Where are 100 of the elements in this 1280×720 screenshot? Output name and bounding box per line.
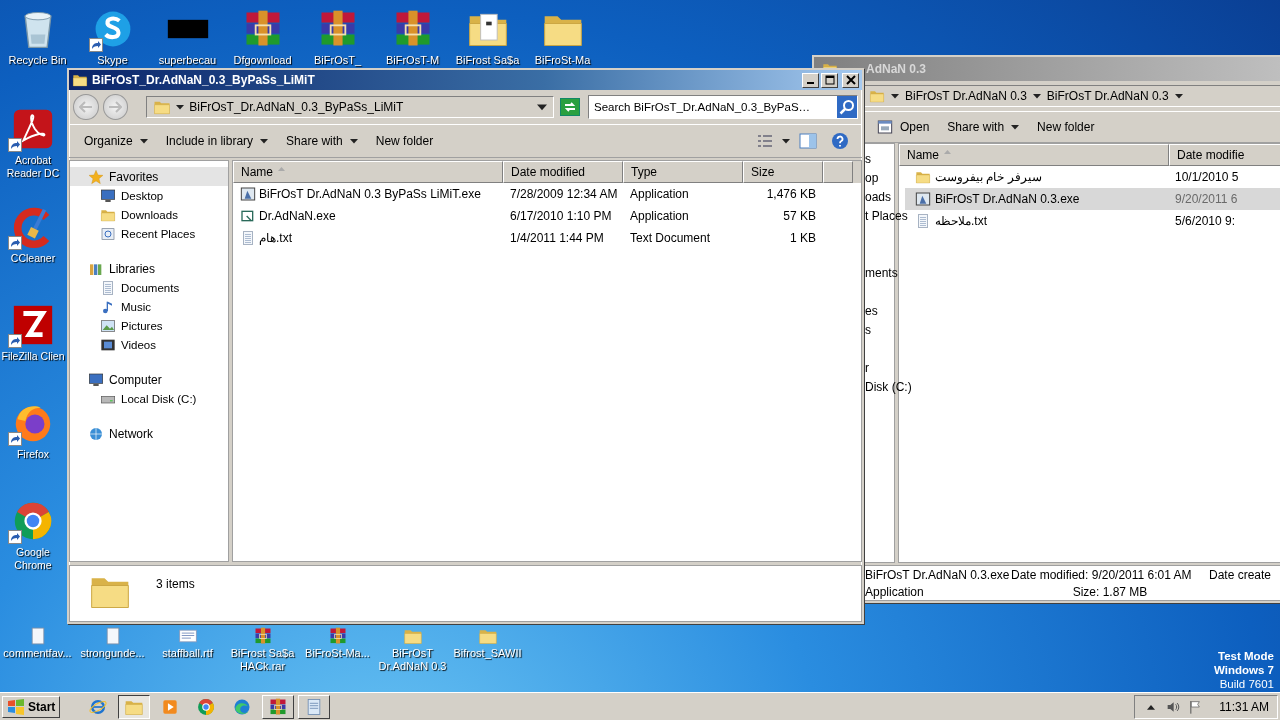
nav-item[interactable]: op <box>865 171 879 185</box>
toolbar-button[interactable]: Open <box>870 116 937 138</box>
os-notice-text: Windows 7 <box>1214 663 1274 677</box>
close-button[interactable] <box>842 72 859 88</box>
toolbar-button[interactable]: Share with <box>279 131 365 151</box>
caret-icon <box>1011 123 1020 131</box>
column-header[interactable]: Name <box>899 144 1169 166</box>
date-modified-text: Date modified: 9/20/2011 6:01 AM <box>1011 567 1193 582</box>
forward-arrow-icon <box>108 101 123 113</box>
os-notice-text: Test Mode <box>1218 649 1274 663</box>
minimize-icon <box>807 82 814 84</box>
file-name: BiFrOsT Dr.AdNaN 0.3.exe <box>865 567 1011 582</box>
file-date: 9/20/2011 6 <box>1174 192 1238 206</box>
nav-item[interactable]: Local Disk (C:) <box>70 389 228 408</box>
file-size: 1 KB <box>789 231 817 245</box>
toolbar-button[interactable]: New folder <box>368 131 441 151</box>
file-name: BiFrOsT Dr.AdNaN 0.3.exe <box>935 192 1080 206</box>
window-icon <box>877 119 893 135</box>
breadcrumb-item[interactable]: BiFrOsT Dr.AdNaN 0.3 <box>905 89 1027 103</box>
documents-icon <box>100 279 116 296</box>
caret-icon <box>537 102 548 112</box>
computer-icon <box>88 371 104 388</box>
monitor-icon <box>100 187 116 204</box>
search-field[interactable]: Search BiFrOsT_Dr.AdNaN_0.3_ByPaS… <box>588 95 858 119</box>
column-header[interactable]: Size <box>743 161 823 183</box>
desktop-icon-label[interactable]: Recycle Bin <box>8 54 67 67</box>
sort-arrow-icon <box>278 167 285 171</box>
nav-item[interactable]: Disk (C:) <box>865 380 912 394</box>
caret-icon <box>891 92 899 100</box>
desktop-icon-label[interactable]: Dfgownload <box>233 54 292 67</box>
desktop-icon-label[interactable]: superbecau <box>158 54 217 67</box>
desktop-icon-label[interactable]: BiFroSt-Ma <box>534 54 591 67</box>
os-notice-text: Build 7601 <box>1219 677 1274 691</box>
nav-item[interactable]: Music <box>70 297 228 316</box>
nav-item[interactable]: Network <box>70 424 228 443</box>
nav-item[interactable]: t Places <box>865 209 908 223</box>
nav-item[interactable]: Desktop <box>70 186 228 205</box>
desktop-icon-label[interactable]: CCleaner <box>10 252 56 265</box>
nav-item[interactable]: Downloads <box>70 205 228 224</box>
address-bar[interactable]: BiFrOsT_Dr.AdNaN_0.3_ByPaSs_LiMiT <box>146 96 555 118</box>
desktop-icon-label[interactable]: Skype <box>97 54 128 67</box>
nav-item[interactable]: oads <box>865 190 892 204</box>
nav-item[interactable]: Pictures <box>70 316 228 335</box>
desktop-icon-label[interactable]: Acrobat Reader DC <box>0 154 66 180</box>
preview-pane-icon <box>799 133 817 149</box>
file-row[interactable]: BiFrOsT Dr.AdNaN 0.3 ByPaSs LiMiT.exe 7/28/2009 12:34 AM Application 1,476 KB <box>233 183 861 205</box>
file-date: 5/6/2010 9: <box>1174 214 1236 228</box>
help-icon <box>831 132 849 150</box>
toolbar-button[interactable]: New folder <box>1030 117 1102 137</box>
nav-item[interactable]: Favorites <box>70 167 228 186</box>
caret-icon <box>1032 92 1041 100</box>
refresh-button[interactable] <box>560 98 581 116</box>
nav-item[interactable]: Documents <box>70 278 228 297</box>
desktop-icon-label[interactable]: Firefox <box>16 448 50 461</box>
column-header[interactable]: Type <box>623 161 743 183</box>
toolbar-button[interactable]: Include in library <box>158 131 276 151</box>
maximize-button[interactable] <box>821 72 838 88</box>
back-arrow-icon <box>78 101 93 113</box>
network-icon <box>88 425 104 442</box>
nav-item[interactable]: s <box>865 152 871 166</box>
folder-icon <box>869 88 885 104</box>
nav-item[interactable]: ments <box>865 266 898 280</box>
file-size: Size: 1.87 MB <box>1071 584 1149 599</box>
file-date: 10/1/2010 5 <box>1174 170 1239 184</box>
desktop-icon-label[interactable]: BiFrOsT_ <box>313 54 362 67</box>
column-header[interactable]: Name <box>233 161 503 183</box>
nav-item[interactable]: r <box>865 361 869 375</box>
application-icon <box>240 208 256 224</box>
caret-icon <box>782 137 790 145</box>
column-header[interactable]: Date modified <box>503 161 623 183</box>
file-date: 1/4/2011 1:44 PM <box>509 231 605 245</box>
column-header[interactable]: Date modifie <box>1169 144 1280 166</box>
toolbar-button[interactable]: Share with <box>940 117 1027 137</box>
nav-item[interactable]: Libraries <box>70 259 228 278</box>
nav-item[interactable]: s <box>865 323 871 337</box>
nav-item[interactable]: Videos <box>70 335 228 354</box>
nav-item[interactable]: Recent Places <box>70 224 228 243</box>
start-button[interactable]: Start <box>2 695 61 718</box>
minimize-button[interactable] <box>802 72 819 88</box>
file-name: ملاحظه.txt <box>935 214 987 228</box>
breadcrumb-item[interactable]: BiFrOsT Dr.AdNaN 0.3 <box>1046 89 1169 103</box>
nav-item[interactable]: Computer <box>70 370 228 389</box>
nav-item[interactable]: es <box>865 304 878 318</box>
clock[interactable]: 11:31 AM <box>1219 699 1269 714</box>
taskbar-button[interactable] <box>118 694 151 719</box>
file-row[interactable]: Dr.AdNaN.exe 6/17/2010 1:10 PM Application 57 KB <box>233 205 861 227</box>
file-type: Application <box>629 209 690 223</box>
address-bar[interactable]: BiFrOsT Dr.AdNaN 0.3 BiFrOsT Dr.AdNaN 0.3 <box>864 85 1280 107</box>
file-name: سيرفر خام بيفروست <box>935 170 1042 184</box>
file-row[interactable]: BiFrOsT Dr.AdNaN 0.3.exe 9/20/2011 6 <box>905 188 1280 210</box>
breadcrumb-item[interactable]: BiFrOsT_Dr.AdNaN_0.3_ByPaSs_LiMiT <box>189 100 404 114</box>
toolbar-button[interactable]: Organize <box>77 131 155 151</box>
caret-icon <box>139 137 148 145</box>
archive-icon <box>268 696 289 717</box>
desktop-icon-label[interactable]: FileZilla Clien <box>1 350 65 363</box>
desktop-icon-label[interactable]: Google Chrome <box>0 546 66 572</box>
desktop-icon-label[interactable]: BiFrost Sa$a <box>455 54 520 67</box>
desktop-icon-label[interactable]: BiFrOsT-M <box>385 54 440 67</box>
column-header[interactable] <box>823 161 853 183</box>
folder-icon <box>72 72 88 88</box>
